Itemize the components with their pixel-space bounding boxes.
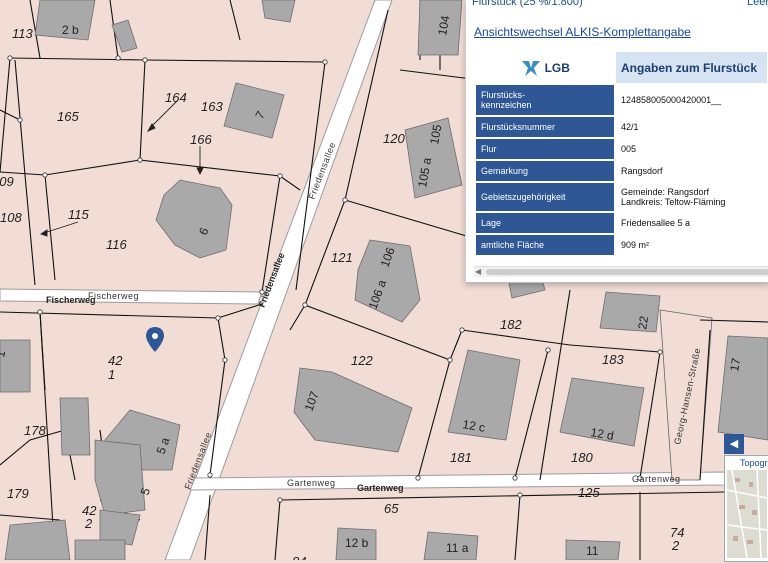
row-label: Flur [476, 139, 614, 159]
parcel-label: 2 [84, 516, 93, 531]
parcel-label: 163 [201, 99, 223, 114]
overview-map-image [726, 469, 768, 559]
house-number: 2 b [62, 23, 79, 37]
lgb-logo-icon [522, 60, 541, 76]
parcel-label: 120 [383, 131, 405, 146]
overview-map-thumbnail [726, 469, 768, 559]
row-value: Friedensallee 5 a [616, 213, 767, 233]
house-number: 12 b [345, 536, 369, 550]
row-label: Gebietszugehörigkeit [476, 183, 614, 211]
parcel-label: 115 [68, 207, 89, 222]
parcel-label: 166 [190, 132, 212, 147]
parcel-label: 116 [106, 237, 127, 252]
panel-header-partial: Flurstück (25 %/1:800) [472, 0, 583, 8]
row-label: amtliche Fläche [476, 235, 614, 255]
row-value: Gemeinde: Rangsdorf Landkreis: Teltow-Fl… [616, 183, 767, 211]
parcel-label: 180 [571, 450, 593, 465]
row-value: Rangsdorf [616, 161, 767, 181]
parcel-label: 1 [108, 367, 115, 382]
parcel-info-panel: Flurstück (25 %/1:800) Leer Ansichtswech… [465, 0, 768, 283]
parcel-label: 181 [450, 450, 472, 465]
lgb-logo-text: LGB [544, 60, 570, 75]
overview-map-label: Topogr [740, 458, 768, 468]
parcel-label: 109 [0, 174, 14, 189]
street-label-fischerweg: Fischerweg [88, 291, 139, 301]
lgb-logo: LGB [476, 52, 614, 83]
house-number: 22 [635, 315, 651, 331]
row-label: Gemarkung [476, 161, 614, 181]
alkis-view-switch-link[interactable]: Ansichtswechsel ALKIS-Komplettangabe [474, 25, 691, 39]
parcel-label: 183 [602, 352, 624, 367]
parcel-label: 121 [331, 250, 353, 265]
scrollbar-thumb[interactable] [486, 269, 768, 275]
row-value: 42/1 [616, 117, 767, 137]
parcel-label: 2 [671, 538, 680, 553]
house-number: 17 [727, 357, 743, 373]
parcel-label: 84 [292, 554, 306, 560]
panel-header-link-partial[interactable]: Leer [747, 0, 768, 8]
scroll-left-icon[interactable]: ◀ [475, 267, 481, 276]
parcel-label: 165 [57, 109, 79, 124]
parcel-label: 108 [0, 210, 22, 225]
parcel-label: 125 [578, 485, 600, 500]
overview-toggle-button[interactable]: ◀ [724, 434, 744, 454]
horizontal-scrollbar[interactable]: ◀ [474, 266, 768, 277]
street-label-gartenweg: Gartenweg [287, 478, 336, 488]
row-label: Flurstücks- kennzeichen [476, 85, 614, 115]
house-number: 11 a [446, 541, 469, 555]
row-value: 005 [616, 139, 767, 159]
street-label-gartenweg: Gartenweg [632, 474, 681, 484]
parcel-label: 182 [500, 317, 522, 332]
street-label-gartenweg: Gartenweg [357, 483, 404, 493]
parcel-label: 113 [12, 26, 33, 41]
parcel-info-table: LGB Angaben zum Flurstück Flurstücks- ke… [474, 50, 768, 257]
house-number: 11 [586, 544, 599, 558]
parcel-label: 65 [384, 501, 399, 516]
parcel-label: 164 [165, 90, 187, 105]
row-label: Lage [476, 213, 614, 233]
parcel-label: 179 [7, 486, 29, 501]
parcel-label: 122 [351, 353, 373, 368]
panel-title: Angaben zum Flurstück [616, 52, 767, 83]
row-label: Flurstücksnummer [476, 117, 614, 137]
parcel-label: 178 [24, 423, 46, 438]
parcel-label: 42 [108, 353, 123, 368]
overview-map[interactable]: Topogr [724, 455, 768, 562]
row-value: 124858005000420001__ [616, 85, 767, 115]
row-value: 909 m² [616, 235, 767, 255]
